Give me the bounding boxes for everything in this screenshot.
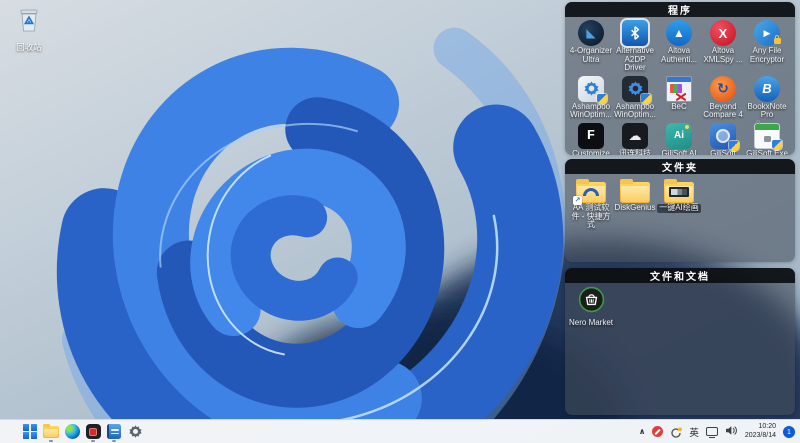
cloud-icon: ☁ bbox=[622, 122, 648, 149]
gear-icon bbox=[128, 424, 143, 439]
folder-photo-icon bbox=[664, 178, 694, 203]
folder-item-ai-paint[interactable]: 一键AI绘画 bbox=[657, 177, 701, 230]
lock-icon bbox=[763, 135, 771, 142]
panel-header-folders[interactable]: 文件夹 bbox=[565, 159, 795, 174]
play-lock-icon: ▶ bbox=[754, 20, 781, 46]
windows-start-icon bbox=[22, 424, 38, 439]
gear-shield-light-icon bbox=[578, 75, 607, 104]
compare-swirl-icon: ↻ bbox=[710, 75, 736, 102]
uac-shield-icon bbox=[729, 140, 739, 151]
folders-grid: ↗ AA 测试软件 - 快捷方式 DiskGenius 一键AI绘画 bbox=[565, 174, 795, 233]
data-recovery-icon bbox=[710, 122, 739, 151]
fences-panel-programs: 程序 ◣ 4-Organizer Ultra Alternative A2DP D… bbox=[565, 2, 795, 155]
programs-grid: ◣ 4-Organizer Ultra Alternative A2DP Driv… bbox=[565, 17, 795, 155]
app-item-bec[interactable]: BeC bbox=[657, 75, 701, 120]
folder-item-diskgenius[interactable]: DiskGenius bbox=[613, 177, 657, 230]
panel-header-files[interactable]: 文件和文档 bbox=[565, 268, 795, 283]
app-item-any-file-encryptor[interactable]: ▶ Any File Encryptor bbox=[745, 20, 789, 73]
folder-icon bbox=[43, 423, 59, 438]
clock-time: 10:20 bbox=[758, 423, 776, 430]
ai-toolkit-icon: Ai bbox=[666, 122, 692, 149]
app-item-bookxnote[interactable]: B BookxNote Pro bbox=[745, 75, 789, 120]
uac-shield-icon bbox=[597, 93, 607, 104]
settings-button[interactable] bbox=[126, 421, 144, 442]
fences-panel-files: 文件和文档 Nero Market bbox=[565, 268, 795, 415]
folder-icon bbox=[620, 178, 650, 203]
recycle-bin-label: 回收站 bbox=[16, 42, 42, 52]
tray-display-icon[interactable] bbox=[705, 427, 718, 438]
lock-icon bbox=[774, 34, 781, 44]
app-item-gilisoft-data[interactable]: GiliSoft Data R... bbox=[701, 122, 745, 155]
altova-xmlspy-icon: X bbox=[710, 20, 736, 46]
panel-header-programs[interactable]: 程序 bbox=[565, 2, 795, 17]
fences-icon: F bbox=[578, 122, 604, 149]
reader-app-icon bbox=[107, 424, 121, 439]
tray-update-icon[interactable] bbox=[670, 426, 683, 438]
file-explorer-button[interactable] bbox=[42, 421, 60, 442]
window-scissors-icon bbox=[666, 75, 692, 102]
app-item-gilisoft-ai[interactable]: AiGiliSoft AI Toolkit bbox=[657, 122, 701, 155]
edge-browser-icon bbox=[64, 424, 80, 439]
app-item-fences[interactable]: FCustomize Fences bbox=[569, 122, 613, 155]
desktop: 回收站 程序 ◣ 4-Organizer Ultra Alternative A2… bbox=[0, 0, 800, 443]
gear-shield-dark-icon bbox=[622, 75, 651, 104]
taskbar: ∧ 英 10:20 2023/8/14 1 bbox=[0, 419, 800, 443]
app-item-gilisoft-exelock[interactable]: GiliSoft Exe Lock bbox=[745, 122, 789, 155]
uac-shield-icon bbox=[641, 93, 651, 104]
edge-browser-button[interactable] bbox=[63, 421, 81, 442]
media-app-button[interactable] bbox=[84, 421, 102, 442]
reader-app-button[interactable] bbox=[105, 421, 123, 442]
app-item-a2dp-driver[interactable]: Alternative A2DP Driver bbox=[613, 20, 657, 73]
clock-date: 2023/8/14 bbox=[744, 431, 776, 439]
exe-lock-icon bbox=[754, 122, 782, 150]
file-item-nero-market[interactable]: Nero Market bbox=[569, 286, 613, 328]
running-indicator bbox=[91, 439, 95, 442]
app-item-winoptimizer-2[interactable]: Ashampoo WinOptim... bbox=[613, 75, 657, 120]
app-item-winoptimizer-1[interactable]: Ashampoo WinOptim... bbox=[569, 75, 613, 120]
clock[interactable]: 10:20 2023/8/14 bbox=[745, 423, 776, 440]
bluetooth-speaker-icon bbox=[622, 20, 648, 46]
tray-blocked-status-icon[interactable] bbox=[652, 426, 664, 437]
basket-icon bbox=[578, 286, 605, 318]
organizer-icon: ◣ bbox=[578, 20, 604, 46]
tray-chevron-up-icon[interactable]: ∧ bbox=[639, 427, 646, 436]
app-item-altova-xmlspy[interactable]: X Altova XMLSpy ... bbox=[701, 20, 745, 73]
recycle-bin[interactable]: 回收站 bbox=[4, 5, 54, 53]
app-item-beyond-compare[interactable]: ↻ Beyond Compare 4 bbox=[701, 75, 745, 120]
media-app-icon bbox=[85, 424, 101, 439]
start-button[interactable] bbox=[21, 421, 39, 442]
app-item-altova-authentic[interactable]: ▲ Altova Authenti... bbox=[657, 20, 701, 73]
system-tray: ∧ 英 10:20 2023/8/14 1 bbox=[639, 423, 795, 441]
shortcut-arrow-icon: ↗ bbox=[573, 196, 582, 205]
app-item-cyberlink[interactable]: ☁讯连科技 Applicati... bbox=[613, 122, 657, 155]
notification-count-badge[interactable]: 1 bbox=[783, 425, 795, 438]
running-indicator bbox=[49, 439, 53, 442]
folder-shortcut-icon: ↗ bbox=[573, 178, 606, 205]
fences-panel-folders: 文件夹 ↗ AA 测试软件 - 快捷方式 DiskGenius 一键AI绘画 bbox=[565, 159, 795, 262]
ime-language-indicator[interactable]: 英 bbox=[689, 425, 699, 439]
folder-item-aa-test[interactable]: ↗ AA 测试软件 - 快捷方式 bbox=[569, 177, 613, 230]
tray-speaker-icon[interactable] bbox=[725, 423, 738, 441]
altova-authentic-icon: ▲ bbox=[666, 20, 692, 46]
bookxnote-icon: B bbox=[754, 75, 780, 102]
taskbar-app-buttons bbox=[21, 421, 144, 442]
files-grid: Nero Market bbox=[565, 283, 795, 331]
uac-shield-icon bbox=[772, 139, 782, 150]
running-indicator bbox=[112, 439, 116, 442]
app-item-4organizer[interactable]: ◣ 4-Organizer Ultra bbox=[569, 20, 613, 73]
recycle-bin-icon bbox=[14, 5, 44, 40]
